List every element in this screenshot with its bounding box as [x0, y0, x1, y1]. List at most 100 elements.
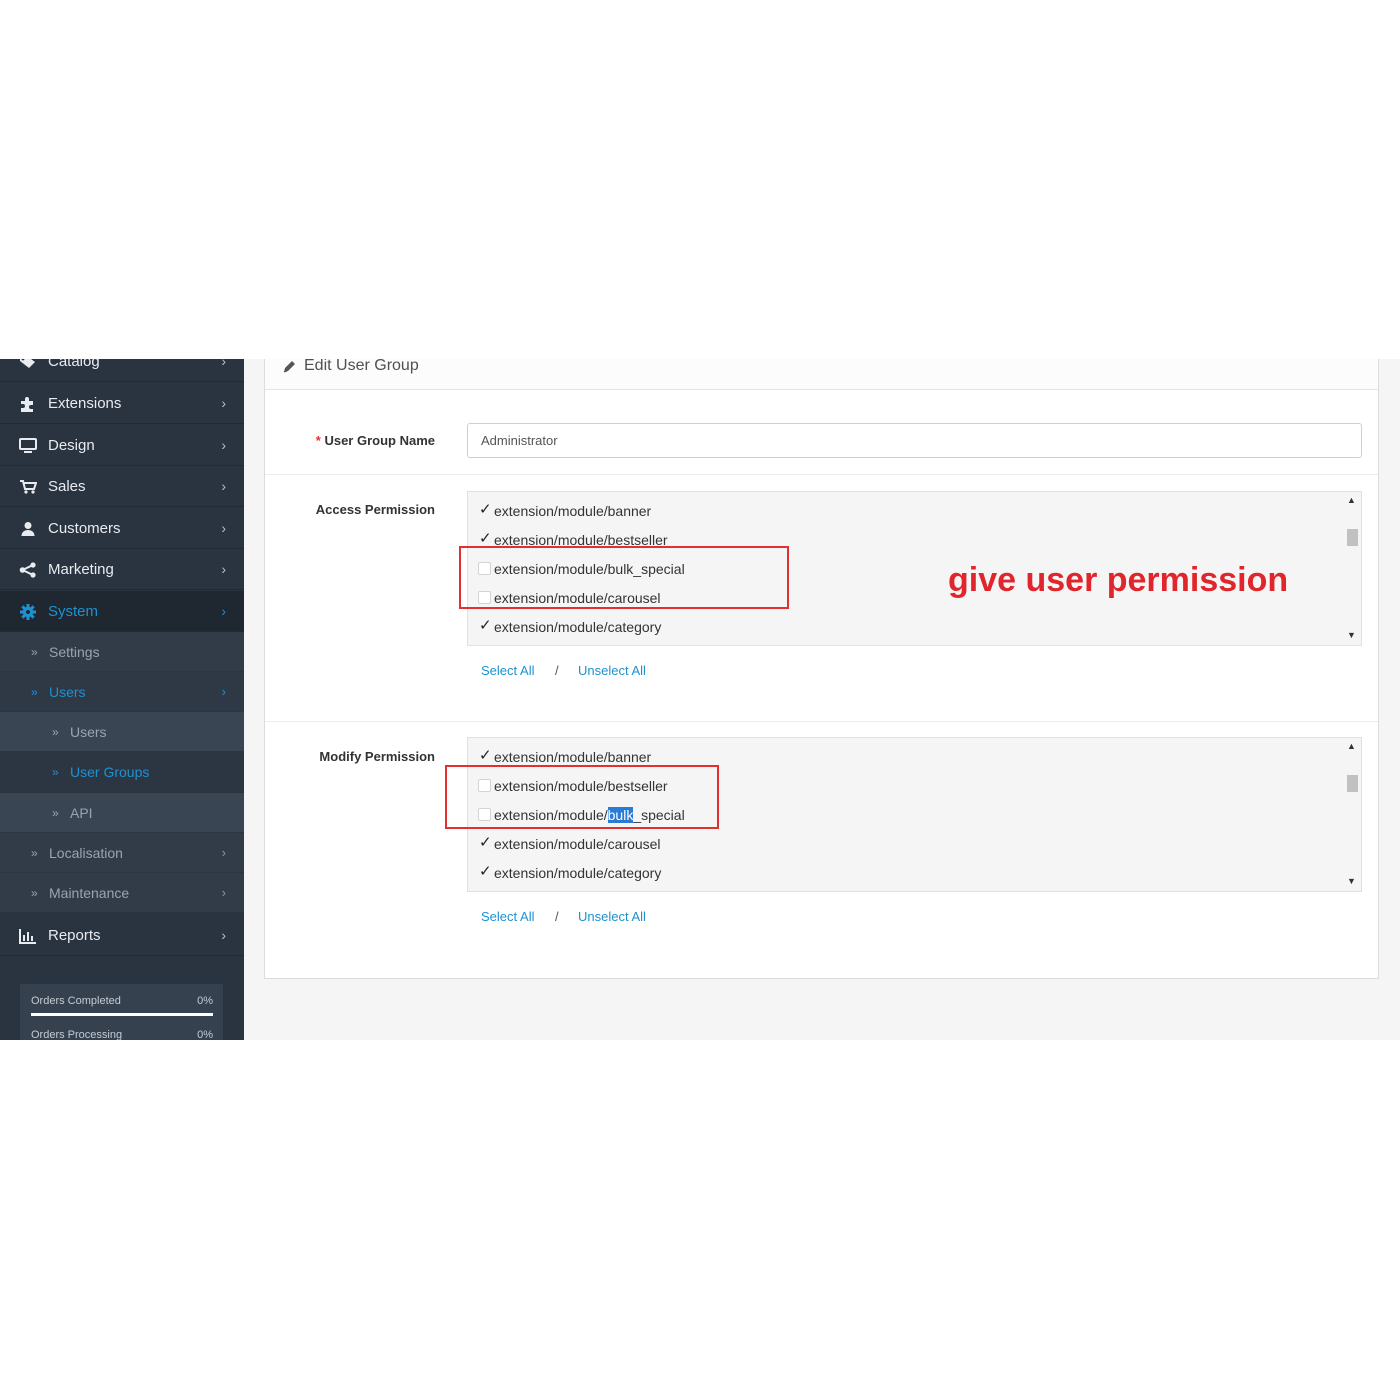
sidebar-subitem-api[interactable]: » API — [0, 793, 244, 833]
monitor-icon — [19, 425, 37, 466]
chevron-right-icon: › — [221, 359, 226, 369]
sidebar-item-reports[interactable]: Reports › — [0, 915, 244, 956]
sidebar-item-extensions[interactable]: Extensions › — [0, 383, 244, 424]
share-icon — [19, 549, 37, 590]
permission-label: extension/module/category — [494, 865, 662, 881]
sidebar-item-catalog[interactable]: Catalog › — [0, 359, 244, 382]
user-icon — [19, 508, 37, 549]
progress-bar — [31, 1013, 213, 1016]
double-chevron-icon: » — [31, 886, 38, 900]
chevron-right-icon: › — [221, 478, 226, 494]
permission-label: extension/module/category — [494, 619, 662, 635]
chevron-right-icon: › — [221, 437, 226, 453]
edit-user-group-panel: Edit User Group * User Group Name Access… — [264, 359, 1379, 979]
cart-icon — [19, 466, 37, 507]
sidebar-subitem-label: Users — [70, 724, 107, 740]
select-all-link[interactable]: Select All — [481, 663, 534, 678]
sidebar-item-marketing[interactable]: Marketing › — [0, 549, 244, 590]
pencil-icon — [282, 360, 296, 379]
group-name-label-text: User Group Name — [324, 433, 435, 448]
checkbox[interactable] — [478, 499, 492, 519]
scroll-thumb[interactable] — [1347, 775, 1358, 792]
chevron-right-icon: › — [221, 520, 226, 536]
scrollbar[interactable]: ▲ ▼ — [1343, 492, 1361, 645]
checkbox[interactable] — [478, 528, 492, 548]
checkbox[interactable] — [478, 861, 492, 881]
modify-permission-label: Modify Permission — [319, 749, 435, 764]
sidebar-subitem-settings[interactable]: » Settings — [0, 632, 244, 672]
order-progress-box: Orders Completed 0% Orders Processing 0% — [20, 984, 223, 1040]
chevron-right-icon: › — [221, 845, 226, 860]
sidebar-subitem-localisation[interactable]: » Localisation › — [0, 833, 244, 873]
modify-permission-row: Modify Permission extension/module/banne… — [265, 722, 1378, 978]
sidebar-subitem-users-list[interactable]: » Users — [0, 712, 244, 752]
gear-icon — [19, 591, 37, 632]
permission-label: extension/module/carousel — [494, 836, 661, 852]
highlight-box-access — [459, 546, 789, 609]
access-permission-label: Access Permission — [315, 502, 435, 517]
unselect-all-link[interactable]: Unselect All — [578, 909, 646, 924]
required-mark: * — [315, 433, 321, 448]
sidebar-subitem-label: API — [70, 805, 93, 821]
select-all-link[interactable]: Select All — [481, 909, 534, 924]
sidebar-item-label: System — [48, 603, 99, 620]
sidebar-item-label: Extensions — [48, 395, 122, 412]
chevron-right-icon: › — [221, 395, 226, 411]
checkbox[interactable] — [478, 832, 492, 852]
unselect-all-link[interactable]: Unselect All — [578, 663, 646, 678]
sidebar-item-sales[interactable]: Sales › — [0, 466, 244, 507]
progress-value: 0% — [197, 995, 213, 1007]
chevron-right-icon: › — [221, 927, 226, 943]
checkbox[interactable] — [478, 745, 492, 765]
scroll-up-icon[interactable]: ▲ — [1347, 741, 1356, 751]
group-name-label: * User Group Name — [316, 433, 435, 448]
sidebar-subitem-label: Settings — [49, 644, 100, 660]
chevron-right-icon: › — [221, 561, 226, 577]
sidebar-item-customers[interactable]: Customers › — [0, 508, 244, 549]
group-name-row: * User Group Name — [265, 390, 1378, 475]
sidebar-subitem-maintenance[interactable]: » Maintenance › — [0, 873, 244, 913]
scroll-down-icon[interactable]: ▼ — [1347, 876, 1356, 886]
progress-bar-fill — [31, 1013, 213, 1016]
sidebar-item-label: Customers — [48, 520, 121, 537]
progress-label: Orders Processing — [31, 1029, 123, 1040]
sidebar: Catalog › Extensions › Design › Sales › — [0, 359, 244, 1040]
separator: / — [555, 909, 559, 924]
sidebar-subitem-users[interactable]: » Users › — [0, 672, 244, 712]
bar-chart-icon — [19, 915, 37, 956]
permission-label: extension/module/banner — [494, 749, 652, 765]
panel-heading: Edit User Group — [265, 359, 1378, 390]
progress-label: Orders Completed — [31, 995, 121, 1007]
scroll-down-icon[interactable]: ▼ — [1347, 630, 1356, 640]
sidebar-subitem-label: Users — [49, 684, 86, 700]
double-chevron-icon: » — [52, 806, 59, 820]
scroll-thumb[interactable] — [1347, 529, 1358, 546]
sidebar-item-design[interactable]: Design › — [0, 425, 244, 466]
page-title: Edit User Group — [304, 359, 419, 374]
sidebar-subitem-user-groups[interactable]: » User Groups — [0, 752, 244, 792]
chevron-right-icon: › — [221, 684, 226, 699]
sidebar-item-label: Design — [48, 437, 95, 454]
user-group-name-input[interactable] — [467, 423, 1362, 458]
annotation-text: give user permission — [948, 561, 1289, 599]
double-chevron-icon: » — [52, 765, 59, 779]
scrollbar[interactable]: ▲ ▼ — [1343, 738, 1361, 891]
double-chevron-icon: » — [31, 685, 38, 699]
sidebar-subitem-label: Maintenance — [49, 885, 130, 901]
double-chevron-icon: » — [31, 846, 38, 860]
checkbox[interactable] — [478, 615, 492, 635]
separator: / — [555, 663, 559, 678]
screenshot-area: Catalog › Extensions › Design › Sales › — [0, 359, 1400, 1040]
sidebar-item-system[interactable]: System › — [0, 591, 244, 632]
scroll-up-icon[interactable]: ▲ — [1347, 495, 1356, 505]
sidebar-item-label: Reports — [48, 927, 101, 944]
double-chevron-icon: » — [52, 725, 59, 739]
progress-row: Orders Completed 0% — [31, 995, 213, 1007]
highlight-box-modify — [445, 765, 719, 829]
permission-label: extension/module/banner — [494, 503, 652, 519]
progress-row: Orders Processing 0% — [31, 1029, 213, 1040]
progress-value: 0% — [197, 1029, 213, 1040]
sidebar-subitem-label: User Groups — [70, 764, 150, 780]
sidebar-item-label: Marketing — [48, 561, 114, 578]
sidebar-item-label: Sales — [48, 478, 86, 495]
